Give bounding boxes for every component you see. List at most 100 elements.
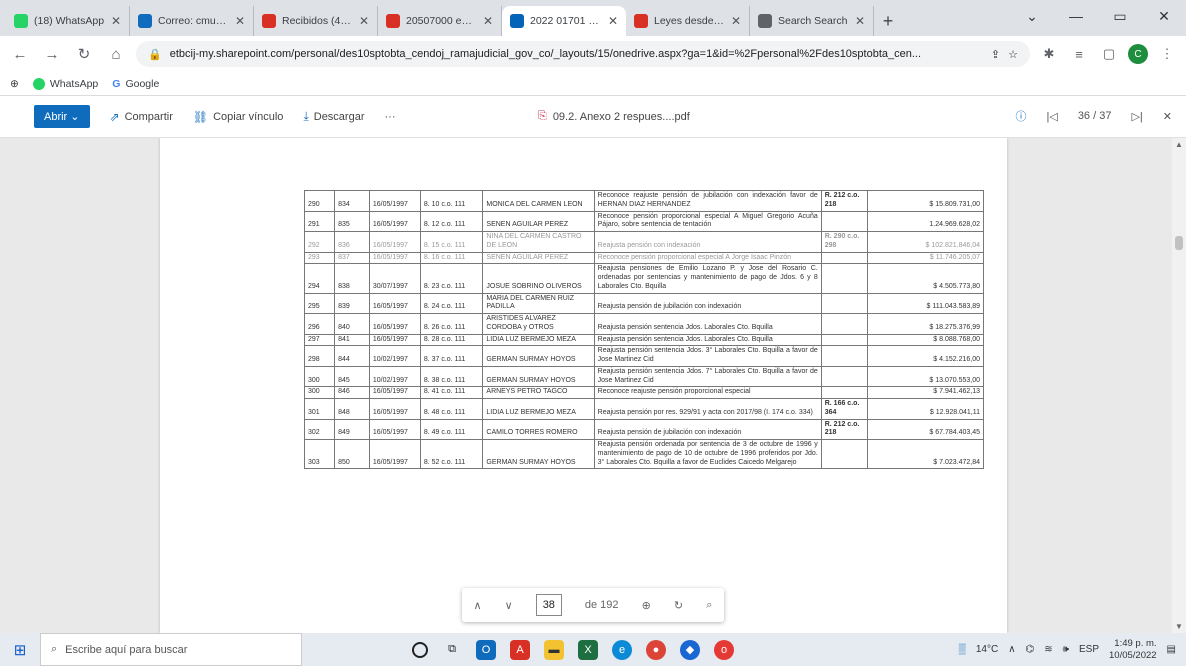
scrollbar-thumb[interactable]: [1175, 236, 1183, 250]
minimize-icon[interactable]: —: [1054, 0, 1098, 32]
previous-page-icon[interactable]: ∧: [474, 599, 482, 612]
table-cell-desc: Reajusta pensión sentencia Jdos. 7° Labo…: [593, 365, 822, 388]
close-tab-icon[interactable]: ✕: [608, 14, 618, 28]
network-icon[interactable]: ⌬: [1026, 644, 1035, 655]
open-button[interactable]: Abrir ⌄: [34, 105, 90, 128]
close-tab-icon[interactable]: ✕: [359, 14, 369, 28]
share-icon[interactable]: ⇪: [991, 48, 1000, 61]
scrollbar[interactable]: ▲ ▼: [1172, 138, 1186, 633]
download-button[interactable]: ⤓ Descargar: [303, 109, 364, 124]
new-tab-button[interactable]: +: [874, 6, 902, 36]
table-cell-n: 300: [303, 386, 336, 399]
reading-list-icon[interactable]: ≡: [1068, 43, 1090, 65]
copy-link-button[interactable]: ⛓ Copiar vínculo: [193, 110, 284, 124]
taskbar-apps: ⧉ O A ▬ X e ● ◆ o: [412, 639, 734, 660]
star-icon[interactable]: ☆: [1008, 48, 1018, 61]
table-cell-p: 838: [334, 263, 370, 294]
table-cell-n: 294: [303, 263, 336, 294]
previous-file-icon[interactable]: |◁: [1046, 110, 1057, 123]
forward-icon[interactable]: →: [40, 42, 64, 66]
browser-tab[interactable]: Leyes desde 191... ✕: [626, 6, 750, 36]
close-tab-icon[interactable]: ✕: [731, 14, 741, 28]
table-row: 294 838 30/07/1997 8. 23 c.o. 111 JOSUE SOBR…: [303, 263, 984, 294]
windows-start-icon[interactable]: ⊞: [0, 633, 40, 666]
profile-avatar[interactable]: C: [1128, 44, 1148, 64]
table-cell-art: [820, 292, 869, 314]
side-panel-icon[interactable]: ▢: [1098, 43, 1120, 65]
tab-favicon-icon: [262, 14, 276, 28]
excel-icon[interactable]: X: [578, 639, 598, 660]
table-cell-name: GERMAN SURMAY HOYOS: [482, 345, 595, 367]
google-icon: G: [112, 77, 121, 90]
menu-icon[interactable]: ⋮: [1156, 43, 1178, 65]
file-explorer-icon[interactable]: ▬: [544, 639, 564, 660]
language-indicator[interactable]: ESP: [1079, 644, 1099, 655]
acrobat-icon[interactable]: A: [510, 639, 530, 660]
home-icon[interactable]: ⌂: [104, 42, 128, 66]
share-button[interactable]: ⇗ Compartir: [110, 110, 173, 124]
restore-icon[interactable]: ▭: [1098, 0, 1142, 32]
browser-tab[interactable]: (18) WhatsApp ✕: [6, 6, 130, 36]
cortana-icon[interactable]: [412, 641, 428, 658]
weather-text[interactable]: 14°C: [976, 644, 998, 655]
browser-tab[interactable]: 20507000 es.cu... ✕: [378, 6, 502, 36]
scroll-down-icon[interactable]: ▼: [1175, 622, 1183, 631]
apps-icon[interactable]: ⊕: [10, 78, 19, 90]
zoom-in-icon[interactable]: ⊕: [642, 599, 651, 612]
task-view-icon[interactable]: ⧉: [442, 640, 462, 660]
chevron-up-icon[interactable]: ∧: [1008, 644, 1015, 655]
close-tab-icon[interactable]: ✕: [483, 14, 493, 28]
close-tab-icon[interactable]: ✕: [235, 14, 245, 28]
close-tab-icon[interactable]: ✕: [111, 14, 121, 28]
outlook-icon[interactable]: O: [476, 639, 496, 660]
bookmark-google[interactable]: G Google: [112, 78, 159, 90]
close-viewer-icon[interactable]: ✕: [1163, 110, 1172, 123]
table-cell-art: [820, 438, 869, 470]
page-number-input[interactable]: 38: [535, 594, 562, 616]
browser-tab[interactable]: Recibidos (4.131... ✕: [254, 6, 378, 36]
rotate-icon[interactable]: ↻: [674, 599, 683, 612]
browser-tab[interactable]: 2022 01701 N... ✕: [502, 6, 626, 36]
app-shield-icon[interactable]: ◆: [680, 639, 700, 660]
volume-icon[interactable]: 🕪: [1063, 644, 1069, 655]
scroll-up-icon[interactable]: ▲: [1175, 140, 1183, 149]
table-cell-art: [820, 313, 869, 335]
taskbar-search[interactable]: ⌕ Escribe aquí para buscar: [40, 633, 302, 666]
more-button[interactable]: ···: [385, 111, 396, 123]
edge-icon[interactable]: e: [612, 639, 632, 660]
table-cell-val: $ 12.928.041,11: [867, 398, 984, 420]
bookmark-whatsapp[interactable]: WhatsApp: [32, 77, 98, 90]
next-page-icon[interactable]: ∨: [505, 599, 513, 612]
window-controls: ⌄ — ▭ ✕: [1010, 0, 1186, 32]
opera-icon[interactable]: o: [714, 639, 734, 660]
clock[interactable]: 1:49 p. m. 10/05/2022: [1109, 638, 1157, 661]
table-cell-desc: Reconoce pensión proporcional especial A…: [593, 210, 822, 232]
close-window-icon[interactable]: ✕: [1142, 0, 1186, 32]
table-cell-date: 16/05/1997: [368, 313, 421, 335]
browser-tab[interactable]: Search Search ✕: [750, 6, 874, 36]
table-cell-name: GERMAN SURMAY HOYOS: [482, 365, 595, 388]
address-bar[interactable]: 🔒 etbcij-my.sharepoint.com/personal/des1…: [136, 41, 1030, 67]
back-icon[interactable]: ←: [8, 42, 32, 66]
file-name-text: 09.2. Anexo 2 respues....pdf: [552, 110, 690, 123]
info-icon[interactable]: ⓘ: [1015, 108, 1026, 124]
weather-icon[interactable]: ▒: [959, 644, 966, 655]
table-row: 303 850 16/05/1997 8. 52 c.o. 111 GERMAN SUR…: [303, 438, 984, 470]
document-area[interactable]: 290 834 16/05/1997 8. 10 c.o. 111 MONICA DEL…: [0, 138, 1186, 633]
extension-icon[interactable]: ✱: [1038, 43, 1060, 65]
bookmarks-bar: ⊕ WhatsApp G Google: [0, 72, 1186, 96]
table-row: 291 835 16/05/1997 8. 12 c.o. 111 SENEN AGUI…: [303, 210, 984, 232]
chrome-icon[interactable]: ●: [646, 639, 666, 660]
tab-title: (18) WhatsApp: [34, 15, 105, 27]
search-icon[interactable]: ⌕: [706, 599, 712, 612]
browser-tab[interactable]: Correo: cmurraci... ✕: [130, 6, 254, 36]
tab-title: 2022 01701 N...: [530, 15, 602, 27]
table-cell-name: MARIA DEL CARMEN RUIZ PADILLA: [482, 292, 595, 314]
tab-search-icon[interactable]: ⌄: [1010, 0, 1054, 32]
close-tab-icon[interactable]: ✕: [855, 14, 865, 28]
notifications-icon[interactable]: ▤: [1167, 644, 1176, 655]
next-file-icon[interactable]: ▷|: [1131, 110, 1142, 123]
wifi-icon[interactable]: ≋: [1044, 644, 1052, 655]
table-cell-n: 290: [303, 190, 336, 212]
reload-icon[interactable]: ↻: [72, 42, 96, 66]
